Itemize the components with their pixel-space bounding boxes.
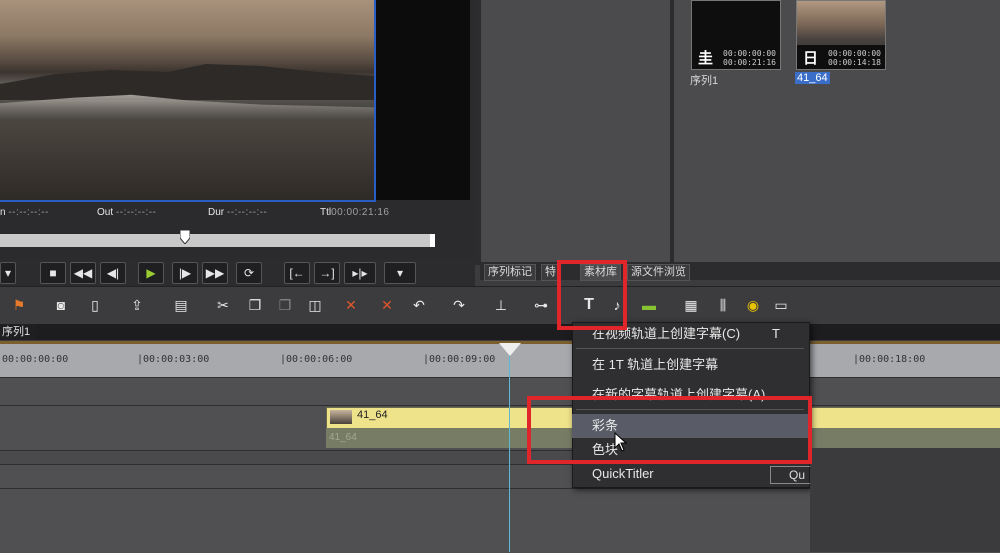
export-icon[interactable]: ⇪ <box>126 295 148 315</box>
redo-icon[interactable]: ↷ <box>448 295 470 315</box>
grid-icon[interactable]: ▦ <box>680 295 702 315</box>
delete-icon[interactable]: ✕ <box>376 295 398 315</box>
cut-icon[interactable]: ✂ <box>212 295 234 315</box>
split-button[interactable]: ▸|▸ <box>344 262 376 284</box>
mark-in-button[interactable]: [← <box>284 262 310 284</box>
camera-icon[interactable]: ◙ <box>50 295 72 315</box>
ruler-tick: |00:00:18:00 <box>853 354 926 365</box>
rewind-button[interactable]: ◀◀ <box>70 262 96 284</box>
bin-item-label: 序列1 <box>690 75 719 87</box>
render-icon[interactable]: ▬ <box>638 295 660 315</box>
quicktitler-submenu-hint: Qu <box>770 466 810 484</box>
tab-source-browser[interactable]: 源文件浏览 <box>627 264 690 281</box>
tab-sequence-1[interactable]: 序列1 <box>0 324 36 340</box>
out-timecode: Out --:--:--:-- <box>97 207 157 218</box>
save-icon[interactable]: ▤ <box>170 295 192 315</box>
step-back-button[interactable]: ◀| <box>100 262 126 284</box>
in-timecode: n --:--:--:-- <box>0 207 49 218</box>
scrubber-end-marker <box>430 234 435 247</box>
preview-scrubber[interactable] <box>0 234 435 247</box>
ruler-tick: |00:00:03:00 <box>137 354 210 365</box>
group-icon[interactable]: ◫ <box>304 295 326 315</box>
video-preview <box>0 0 376 202</box>
bin-item-label: 41_64 <box>795 72 830 84</box>
highlight-title-button <box>557 260 627 330</box>
obscured-region <box>810 448 1000 552</box>
fast-forward-button[interactable]: ▶▶ <box>202 262 228 284</box>
new-file-icon[interactable]: ▯ <box>84 295 106 315</box>
clip-icon: 日 <box>803 50 819 67</box>
marker-panel <box>475 0 676 265</box>
menu-separator <box>576 348 804 349</box>
mixer-icon[interactable]: ⫼ <box>712 295 734 315</box>
total-timecode: Ttl00:00:21:16 <box>320 207 390 218</box>
duration-timecode: Dur --:--:--:-- <box>208 207 268 218</box>
sequence-tab-strip <box>0 324 1000 340</box>
tab-sequence-markers[interactable]: 序列标记 <box>484 264 536 281</box>
ruler-tick: 00:00:00:00 <box>2 354 69 365</box>
transport-menu-button[interactable]: ▾ <box>0 262 16 284</box>
highlight-color-bars <box>527 396 812 464</box>
delete-ripple-icon[interactable]: ✕ <box>340 295 362 315</box>
clip-thumbnail <box>330 410 352 424</box>
mark-out-button[interactable]: →] <box>314 262 340 284</box>
timeline-track[interactable] <box>0 377 1000 406</box>
clip-label: 41_64 <box>357 409 388 421</box>
stop-button[interactable]: ■ <box>40 262 66 284</box>
bin-item-sequence[interactable]: 圭 00:00:00:00 00:00:21:16 <box>691 0 781 70</box>
undo-icon[interactable]: ↶ <box>408 295 430 315</box>
mouse-cursor-icon <box>614 432 628 452</box>
playhead-line[interactable] <box>509 344 510 552</box>
play-button[interactable]: ▶ <box>138 262 164 284</box>
preview-black-area <box>376 0 470 200</box>
clip-label-audio: 41_64 <box>329 432 357 443</box>
loop-button[interactable]: ⟳ <box>236 262 262 284</box>
copy-icon[interactable]: ❐ <box>244 295 266 315</box>
ruler-tick: |00:00:09:00 <box>423 354 496 365</box>
paste-icon[interactable]: ❐ <box>274 295 296 315</box>
menu-item-create-title-1t-track[interactable]: 在 1T 轨道上创建字幕 <box>572 353 808 377</box>
window-icon[interactable]: ▭ <box>770 295 792 315</box>
wand-icon[interactable]: ⚑ <box>8 295 30 315</box>
sequence-icon: 圭 <box>698 50 714 67</box>
transport-more-button[interactable]: ▾ <box>384 262 416 284</box>
bin-item-clip[interactable]: 日 00:00:00:00 00:00:14:18 <box>796 0 886 70</box>
scrubber-handle-icon[interactable] <box>180 230 190 244</box>
step-forward-button[interactable]: |▶ <box>172 262 198 284</box>
link-icon[interactable]: ⊶ <box>530 295 552 315</box>
color-correct-icon[interactable]: ◉ <box>742 295 764 315</box>
marker-icon[interactable]: ⊥ <box>490 295 512 315</box>
ruler-tick: |00:00:06:00 <box>280 354 353 365</box>
playhead-handle-icon[interactable] <box>499 343 521 356</box>
